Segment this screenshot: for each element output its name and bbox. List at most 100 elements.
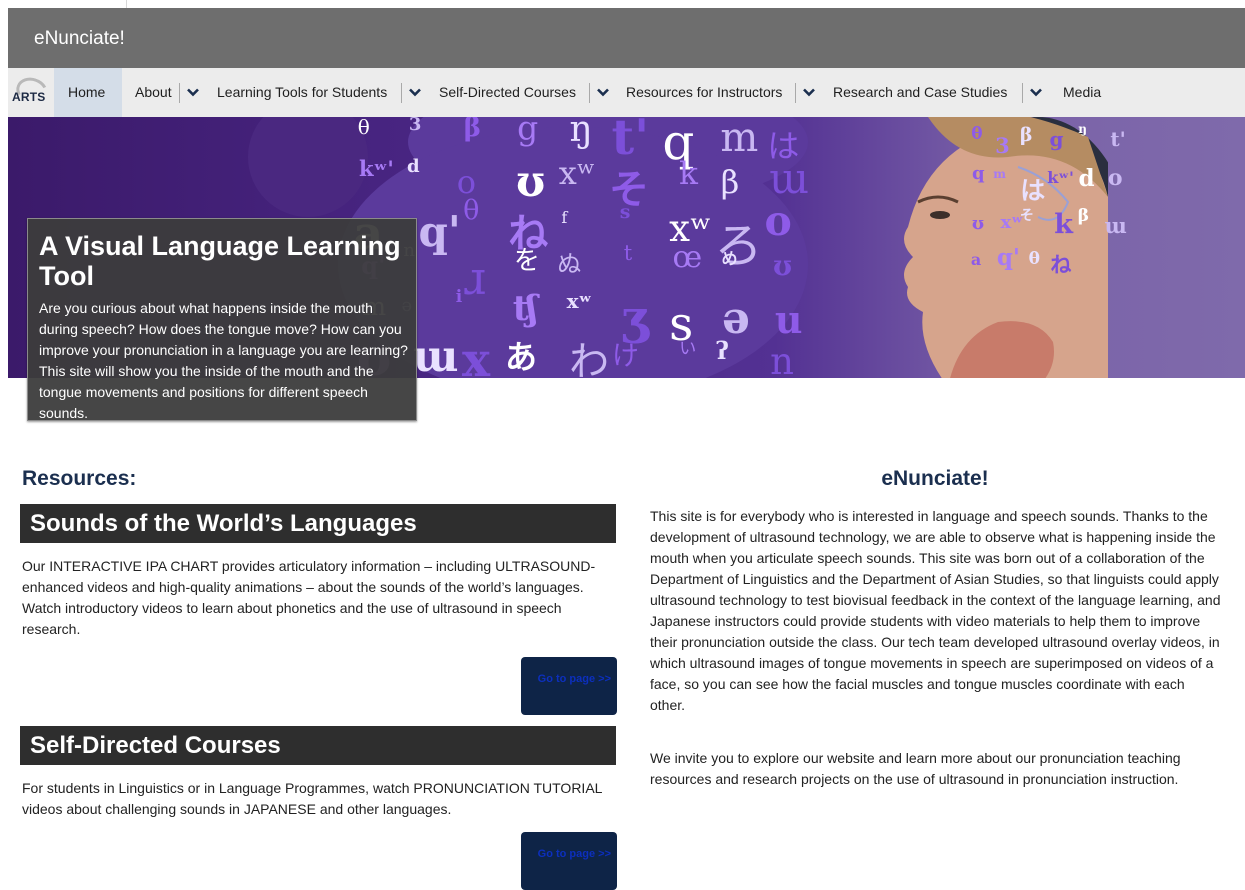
go-to-page-button[interactable]: Go to page >> — [521, 657, 617, 715]
nav-divider — [795, 83, 796, 103]
ipa-glyph: β — [463, 117, 482, 143]
section-description: For students in Linguistics or in Langua… — [22, 780, 602, 817]
ipa-glyph: x — [462, 333, 491, 378]
go-to-page-button[interactable]: Go to page >> — [521, 832, 617, 890]
face-ipa-glyph: そ — [1019, 207, 1034, 224]
ipa-glyph: t — [623, 240, 633, 265]
ipa-glyph: k — [679, 155, 698, 192]
ipa-glyph: い — [679, 339, 697, 360]
face-ipa-glyph: θ — [1028, 249, 1040, 270]
ipa-glyph: ʧ — [512, 288, 538, 330]
face-ipa-glyph: a — [970, 250, 982, 270]
ipa-glyph: θ — [357, 117, 370, 139]
ipa-glyph: め — [721, 248, 738, 268]
ipa-glyph: q' — [418, 207, 461, 257]
ipa-glyph: ʊ — [773, 249, 793, 283]
nav-item-research[interactable]: Research and Case Studies — [833, 84, 1007, 100]
face-ipa-glyph: g — [1049, 126, 1064, 151]
resources-heading: Resources: — [22, 467, 137, 490]
nav-item-about[interactable]: About — [135, 84, 172, 100]
nav-item-learning-tools[interactable]: Learning Tools for Students — [217, 84, 387, 100]
ipa-glyph: œ — [672, 240, 703, 276]
ipa-glyph: f — [561, 208, 568, 228]
nav-divider — [1022, 83, 1023, 103]
arts-logo[interactable]: ARTS — [10, 73, 52, 109]
about-heading: eNunciate! — [881, 467, 989, 490]
section-title-bar: Sounds of the World’s Languages — [20, 504, 616, 543]
about-paragraph: This site is for everybody who is intere… — [650, 508, 1221, 713]
ipa-glyph: あ — [505, 338, 538, 377]
ipa-glyph: β — [720, 162, 740, 201]
ipa-glyph: ʔ — [715, 336, 729, 366]
section-title: Self-Directed Courses — [30, 732, 281, 759]
face-ipa-glyph: は — [1020, 175, 1046, 205]
ipa-glyph: ɯ — [769, 154, 810, 204]
ipa-glyph: わ — [569, 339, 610, 378]
ipa-glyph: ɹ — [462, 250, 486, 305]
top-strip-divider — [126, 0, 127, 8]
ipa-glyph: ʊ — [516, 156, 546, 207]
nav-divider — [179, 83, 180, 103]
hero-card: A Visual Language Learning Tool Are you … — [27, 218, 417, 421]
face-ipa-glyph: β — [1077, 206, 1090, 227]
ipa-glyph: o — [764, 197, 792, 246]
hero-description: Are you curious about what happens insid… — [39, 300, 408, 421]
section-title: Sounds of the World’s Languages — [30, 510, 417, 537]
section-description: Our INTERACTIVE IPA CHART provides artic… — [22, 558, 596, 637]
face-ipa-glyph: q' — [996, 243, 1020, 271]
nav-divider — [401, 83, 402, 103]
ipa-glyph: d — [407, 155, 420, 177]
face-ipa-glyph: d — [1078, 164, 1095, 192]
chevron-down-icon[interactable] — [1028, 84, 1044, 100]
hero-decor-shape — [248, 117, 368, 217]
go-to-page-label: Go to page >> — [537, 673, 611, 685]
face-ipa-glyph: kʷ' — [1047, 168, 1074, 188]
go-to-page-label: Go to page >> — [537, 848, 611, 860]
chevron-down-icon[interactable] — [185, 84, 201, 100]
logo-text: ARTS — [12, 90, 46, 104]
chevron-down-icon[interactable] — [407, 84, 423, 100]
site-title[interactable]: eNunciate! — [34, 28, 125, 50]
face-ipa-glyph: θ — [971, 124, 983, 145]
ipa-glyph: け — [612, 341, 639, 373]
ipa-glyph: m — [720, 117, 759, 161]
ipa-glyph: s — [619, 201, 631, 224]
site-header: eNunciate! — [8, 8, 1245, 68]
face-ipa-glyph: ʊ — [971, 213, 985, 235]
ipa-glyph: ぬ — [557, 249, 582, 278]
face-ipa-glyph: m — [993, 166, 1006, 181]
ipa-glyph: θ — [463, 195, 480, 227]
face-ipa-glyph: t' — [1110, 127, 1126, 152]
chevron-down-icon[interactable] — [595, 84, 611, 100]
ipa-glyph: ŋ — [569, 117, 593, 151]
hero-title: A Visual Language Learning Tool — [39, 231, 401, 291]
face-ipa-glyph: ɯ — [1104, 213, 1127, 239]
about-paragraph: We invite you to explore our website and… — [650, 750, 1181, 787]
ipa-glyph: ɯ — [413, 332, 459, 378]
main-nav: ARTS Home About Learning Tools for Stude… — [8, 68, 1245, 118]
face-ipa-glyph: k — [1054, 209, 1073, 241]
ipa-glyph: を — [513, 245, 540, 276]
ipa-glyph: xʷ — [566, 288, 592, 313]
ipa-glyph: i — [455, 287, 463, 308]
nav-item-media[interactable]: Media — [1063, 84, 1101, 100]
face-ipa-glyph: ŋ — [1078, 122, 1088, 137]
face-ipa-glyph: 3 — [995, 132, 1010, 158]
section-title-bar: Self-Directed Courses — [20, 726, 616, 765]
ipa-glyph: 3 — [408, 117, 422, 136]
top-strip — [0, 0, 1245, 8]
face-ipa-glyph: o — [1107, 164, 1123, 191]
face-ipa-glyph: ね — [1050, 251, 1072, 277]
face-ipa-glyph: q — [972, 163, 985, 185]
ipa-glyph: xʷ — [558, 154, 596, 193]
ipa-glyph: g — [517, 117, 539, 148]
nav-divider — [589, 83, 590, 103]
face-ipa-glyph: β — [1019, 123, 1033, 146]
nav-item-self-directed-courses[interactable]: Self-Directed Courses — [439, 84, 576, 100]
ipa-glyph: n — [770, 339, 794, 378]
nav-item-resources-instructors[interactable]: Resources for Instructors — [626, 84, 782, 100]
ipa-glyph: u — [774, 296, 803, 342]
nav-item-home[interactable]: Home — [68, 84, 105, 100]
chevron-down-icon[interactable] — [801, 84, 817, 100]
ipa-glyph: kʷ' — [358, 155, 394, 181]
